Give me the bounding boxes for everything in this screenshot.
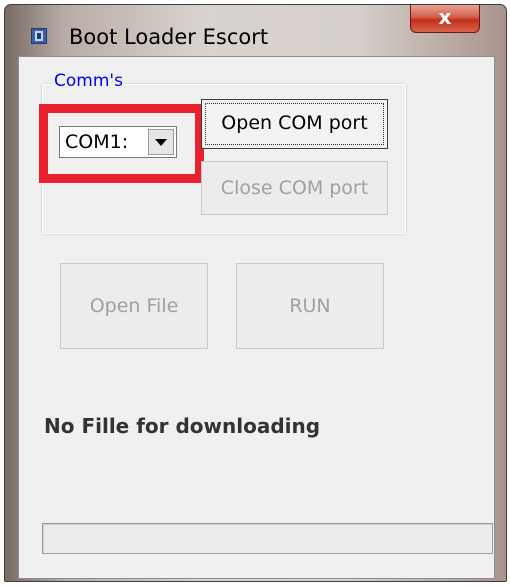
status-message: No Fille for downloading: [44, 414, 321, 438]
open-file-button[interactable]: Open File: [60, 263, 208, 349]
dropdown-button[interactable]: [148, 129, 174, 155]
app-window: Boot Loader Escort x Comm's COM1: Open C…: [4, 4, 507, 582]
run-button[interactable]: RUN: [236, 263, 384, 349]
title-bar[interactable]: Boot Loader Escort x: [5, 5, 506, 49]
chevron-down-icon: [155, 139, 167, 146]
open-file-label: Open File: [89, 295, 179, 317]
close-com-port-button[interactable]: Close COM port: [201, 161, 388, 215]
download-progress-bar: [42, 523, 493, 554]
com-port-value: COM1:: [65, 131, 129, 153]
run-label: RUN: [289, 295, 331, 317]
app-icon: [31, 28, 47, 44]
open-com-port-button[interactable]: Open COM port: [201, 99, 388, 149]
close-icon: x: [438, 5, 452, 29]
comms-legend: Comm's: [52, 71, 125, 91]
com-port-select[interactable]: COM1:: [59, 126, 177, 158]
close-com-port-label: Close COM port: [220, 177, 369, 199]
client-area: Comm's COM1: Open COM port Close COM por…: [18, 56, 495, 579]
window-title: Boot Loader Escort: [69, 25, 269, 49]
focus-rect: [205, 103, 384, 145]
close-button[interactable]: x: [410, 5, 480, 33]
